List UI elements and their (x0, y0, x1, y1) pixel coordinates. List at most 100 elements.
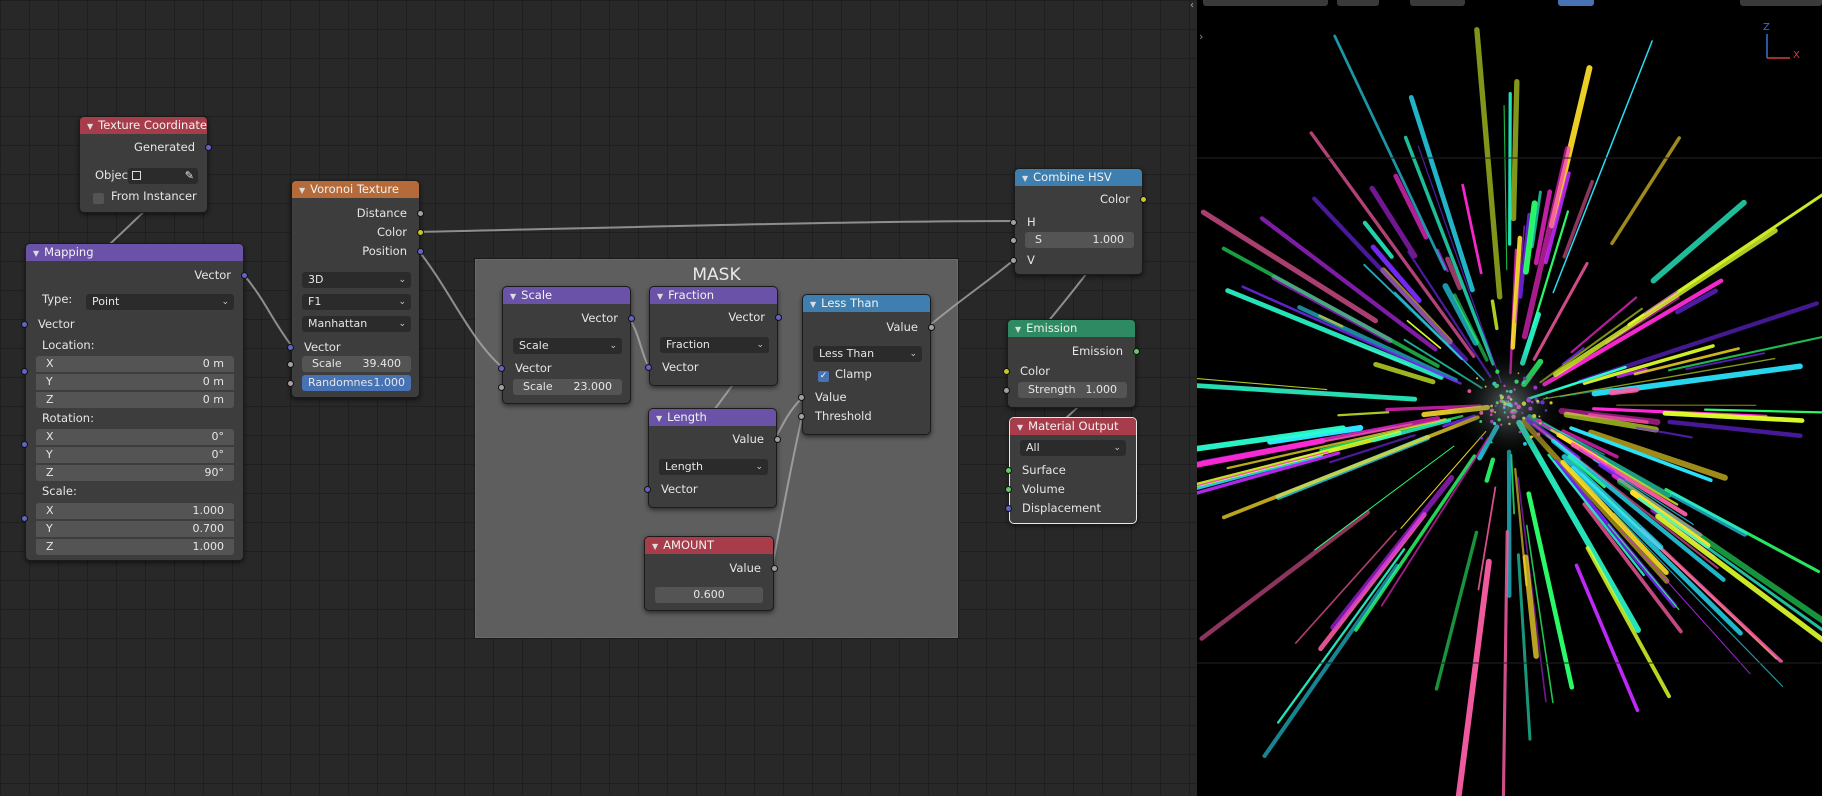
viewport-expand-arrow-icon[interactable]: › (1199, 30, 1203, 43)
header-button[interactable] (1410, 0, 1465, 6)
socket-vector-out[interactable] (628, 315, 635, 322)
amount-value-node[interactable]: ▼ AMOUNT Value 0.600 (644, 536, 778, 611)
operation-dropdown[interactable]: Length ⌄ (659, 459, 768, 475)
header-button[interactable] (1558, 0, 1594, 6)
operation-dropdown[interactable]: Less Than ⌄ (813, 346, 922, 362)
node-header[interactable]: ▼ Scale (503, 287, 630, 304)
socket-vector-in[interactable] (644, 486, 651, 493)
location-z-field[interactable]: Z0 m (36, 392, 234, 408)
s-field[interactable]: S 1.000 (1025, 232, 1134, 248)
type-dropdown[interactable]: Point ⌄ (86, 294, 234, 310)
header-button[interactable] (1740, 0, 1822, 6)
target-dropdown[interactable]: All ⌄ (1020, 440, 1126, 456)
strength-field[interactable]: Strength 1.000 (1018, 382, 1127, 398)
node-header[interactable]: ▼ Material Output (1010, 418, 1136, 435)
header-button[interactable] (1337, 0, 1379, 6)
socket-vector-in[interactable] (645, 364, 652, 371)
collapse-icon[interactable]: ▼ (656, 414, 662, 423)
socket-volume-in[interactable] (1005, 486, 1012, 493)
collapse-icon[interactable]: ▼ (1017, 423, 1023, 432)
eyedropper-icon[interactable]: ✎ (185, 168, 194, 184)
feature-dropdown[interactable]: F1 ⌄ (302, 294, 411, 310)
location-y-field[interactable]: Y0 m (36, 374, 234, 390)
socket-vector-in[interactable] (287, 344, 294, 351)
socket-scale-in[interactable] (287, 361, 294, 368)
object-field[interactable]: ✎ (128, 168, 198, 184)
collapse-icon[interactable]: ▼ (510, 292, 516, 301)
node-header[interactable]: ▼ Texture Coordinate (80, 117, 207, 134)
socket-s-in[interactable] (1010, 237, 1017, 244)
rotation-z-field[interactable]: Z 90° (36, 465, 234, 481)
material-output-node[interactable]: ▼ Material Output All ⌄ Surface Volume Dis… (1005, 417, 1137, 524)
socket-h-in[interactable] (1010, 219, 1017, 226)
socket-scale-in[interactable] (498, 384, 505, 391)
collapse-icon[interactable]: ▼ (652, 542, 658, 551)
socket-rotation-in[interactable] (21, 441, 28, 448)
socket-value-out[interactable] (771, 565, 778, 572)
metric-dropdown[interactable]: Manhattan ⌄ (302, 316, 411, 332)
socket-color-out[interactable] (1140, 196, 1147, 203)
socket-value-in[interactable] (798, 394, 805, 401)
node-header[interactable]: ▼ Mapping (26, 244, 243, 261)
node-header[interactable]: ▼ Emission (1008, 320, 1135, 337)
socket-emission-out[interactable] (1133, 348, 1140, 355)
node-header[interactable]: ▼ Length (649, 409, 776, 426)
collapse-icon[interactable]: ▼ (33, 249, 39, 258)
operation-dropdown[interactable]: Fraction ⌄ (660, 337, 769, 353)
node-header[interactable]: ▼ AMOUNT (645, 537, 773, 554)
dimension-dropdown[interactable]: 3D ⌄ (302, 272, 411, 288)
socket-surface-in[interactable] (1005, 467, 1012, 474)
scale-field[interactable]: Scale 39.400 (302, 356, 411, 372)
rotation-x-field[interactable]: X 0° (36, 429, 234, 445)
collapse-icon[interactable]: ▼ (1022, 174, 1028, 183)
socket-vector-in[interactable] (498, 365, 505, 372)
emission-node[interactable]: ▼ Emission Emission Color Strength 1.000 (1003, 319, 1140, 408)
socket-position-out[interactable] (417, 248, 424, 255)
clamp-checkbox[interactable]: ✓ (818, 371, 829, 382)
operation-dropdown[interactable]: Scale ⌄ (513, 338, 622, 354)
vector-scale-node[interactable]: ▼ Scale Vector Scale ⌄ Vector Scale 23.000 (498, 286, 635, 404)
socket-vector-in[interactable] (21, 321, 28, 328)
socket-value-out[interactable] (774, 436, 781, 443)
scale-z-field[interactable]: Z 1.000 (36, 539, 234, 555)
amount-value-field[interactable]: 0.600 (655, 587, 763, 603)
socket-v-in[interactable] (1010, 257, 1017, 264)
socket-displacement-in[interactable] (1005, 505, 1012, 512)
socket-color-in[interactable] (1003, 368, 1010, 375)
collapse-icon[interactable]: ▼ (657, 292, 663, 301)
collapse-icon[interactable]: ▼ (299, 186, 305, 195)
socket-strength-in[interactable] (1003, 387, 1010, 394)
socket-color-out[interactable] (417, 229, 424, 236)
socket-scale-in[interactable] (21, 515, 28, 522)
node-header[interactable]: ▼ Combine HSV (1015, 169, 1142, 186)
scale-field[interactable]: Scale 23.000 (513, 379, 622, 395)
node-header[interactable]: ▼ Fraction (650, 287, 777, 304)
collapse-icon[interactable]: ▼ (1015, 325, 1021, 334)
location-x-field[interactable]: X0 m (36, 356, 234, 372)
voronoi-texture-node[interactable]: ▼ Voronoi Texture Distance Color Position… (287, 180, 424, 398)
vector-length-node[interactable]: ▼ Length Value Length ⌄ Vector (644, 408, 781, 508)
socket-threshold-in[interactable] (798, 413, 805, 420)
from-instancer-checkbox[interactable] (93, 193, 104, 204)
header-button[interactable] (1203, 0, 1328, 6)
3d-viewport[interactable]: › Z X (1197, 0, 1822, 796)
socket-randomness-in[interactable] (287, 380, 294, 387)
scale-y-field[interactable]: Y 0.700 (36, 521, 234, 537)
mapping-node[interactable]: ▼ Mapping Vector Type: Point ⌄ Vector Loca… (21, 243, 248, 561)
node-header[interactable]: ▼ Less Than (803, 295, 930, 312)
navigation-gizmo[interactable]: Z X (1760, 22, 1810, 62)
socket-generated-out[interactable] (205, 144, 212, 151)
collapse-icon[interactable]: ▼ (810, 300, 816, 309)
rotation-y-field[interactable]: Y 0° (36, 447, 234, 463)
socket-value-out[interactable] (928, 324, 935, 331)
collapse-icon[interactable]: ▼ (87, 122, 93, 131)
socket-distance-out[interactable] (417, 210, 424, 217)
vector-fraction-node[interactable]: ▼ Fraction Vector Fraction ⌄ Vector (645, 286, 782, 386)
less-than-node[interactable]: ▼ Less Than Value Less Than ⌄ ✓ Clamp Valu… (798, 294, 935, 435)
randomness-field[interactable]: Randomnes 1.000 (302, 375, 411, 391)
combine-hsv-node[interactable]: ▼ Combine HSV Color H S 1.000 V (1010, 168, 1147, 275)
socket-location-in[interactable] (21, 368, 28, 375)
socket-vector-out[interactable] (241, 272, 248, 279)
socket-vector-out[interactable] (775, 314, 782, 321)
node-editor[interactable]: MASK ▼ Texture Coordinate Generated Objec… (0, 0, 1197, 796)
